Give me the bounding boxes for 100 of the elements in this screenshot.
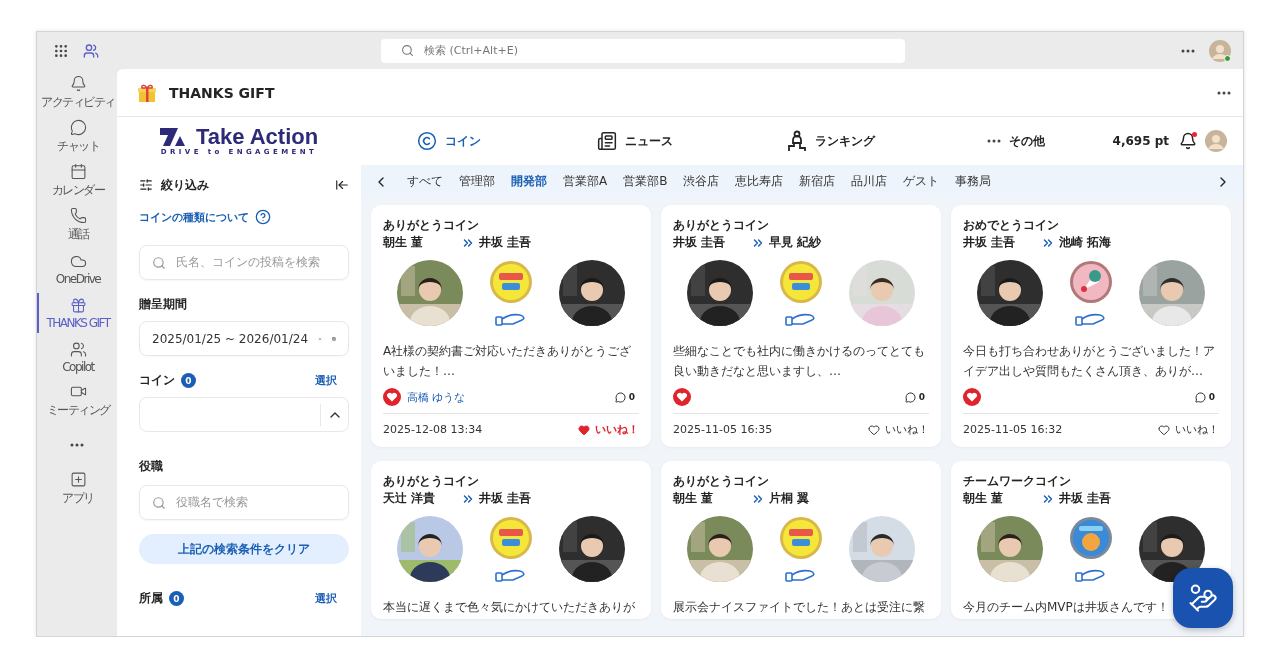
date-range-value: 2025/01/25 ~ 2026/01/24 bbox=[152, 331, 308, 346]
nav-link[interactable]: コイン bbox=[417, 131, 597, 151]
search-field[interactable]: 検索 (Ctrl+Alt+E) bbox=[381, 38, 905, 63]
like-button[interactable]: いいね！ bbox=[578, 422, 639, 437]
coin-icon bbox=[1069, 516, 1113, 560]
coin-type: ありがとうコイン bbox=[673, 473, 770, 490]
heart-reaction-icon bbox=[963, 388, 981, 406]
send-coin-button[interactable] bbox=[1173, 568, 1233, 628]
notification-bell-icon[interactable] bbox=[1179, 132, 1197, 150]
app-grid-icon[interactable] bbox=[53, 42, 69, 59]
sender-name: 井坂 圭吾 bbox=[963, 234, 1017, 251]
tab[interactable]: ゲスト bbox=[903, 173, 940, 190]
more-icon[interactable] bbox=[987, 139, 1001, 143]
rail-item[interactable]: 通話 bbox=[37, 205, 117, 245]
search-placeholder: 検索 (Ctrl+Alt+E) bbox=[424, 43, 518, 58]
coin-card[interactable]: ありがとうコイン 朝生 菫 井坂 圭吾 A社様の契約書ご対応いただきありがとうございました！… 高橋 ゆうな 0 2025-12-08 13:34 いいね！ bbox=[371, 205, 651, 447]
sender-name: 朝生 菫 bbox=[673, 490, 715, 507]
gift-icon bbox=[137, 82, 157, 103]
comment-icon bbox=[1194, 391, 1206, 403]
search-placeholder: 氏名、コインの投稿を検索 bbox=[176, 254, 320, 271]
nav-link[interactable]: ニュース bbox=[597, 131, 787, 151]
tab[interactable]: 新宿店 bbox=[799, 173, 836, 190]
app-title: THANKS GIFT bbox=[169, 84, 275, 101]
avatar-icon[interactable] bbox=[1209, 39, 1231, 62]
comment-count[interactable]: 0 bbox=[610, 389, 639, 405]
newspaper-icon bbox=[597, 131, 617, 151]
coin-type: おめでとうコイン bbox=[963, 217, 1060, 234]
filter-icon bbox=[139, 178, 153, 192]
points-balance: 4,695 pt bbox=[1112, 134, 1169, 148]
coin-card[interactable]: ありがとうコイン 朝生 菫 片桐 翼 展示会ナイスファイトでした！あとは受注に繋 bbox=[661, 461, 941, 619]
receiver-name: 池崎 拓海 bbox=[1059, 234, 1112, 251]
tab[interactable]: すべて bbox=[407, 173, 443, 190]
rail-item[interactable]: チャット bbox=[37, 117, 117, 157]
rail-item[interactable]: ミーティング bbox=[37, 381, 117, 421]
tab[interactable]: 開発部 bbox=[511, 173, 547, 190]
clear-button[interactable]: 上記の検索条件をクリア bbox=[139, 534, 349, 564]
post-date: 2025-12-08 13:34 bbox=[383, 423, 483, 436]
tab[interactable]: 品川店 bbox=[851, 173, 888, 190]
coin-card[interactable]: おめでとうコイン 井坂 圭吾 池崎 拓海 今日も打ち合わせありがとうございました！アイデア出しや質問もたくさん頂き、ありが… 0 2025-11-05 16:32 いいね！ bbox=[951, 205, 1231, 447]
coin-card[interactable]: チームワークコイン 朝生 菫 井坂 圭吾 今月のチーム内MVPは井坂さんです！ bbox=[951, 461, 1231, 619]
field-label: 役職 bbox=[139, 458, 163, 475]
search-placeholder: 役職名で検索 bbox=[176, 494, 248, 511]
comment-count[interactable]: 0 bbox=[900, 389, 929, 405]
card-message: 本当に遅くまで色々気にかけていただきありが bbox=[383, 599, 635, 616]
count-badge: 0 bbox=[169, 591, 184, 606]
help-icon bbox=[255, 209, 271, 225]
coin-type: ありがとうコイン bbox=[383, 473, 480, 490]
coin-type: ありがとうコイン bbox=[383, 217, 480, 234]
heart-icon bbox=[868, 423, 880, 436]
like-button[interactable]: いいね！ bbox=[868, 422, 929, 437]
select-link[interactable]: 選択 bbox=[315, 591, 337, 606]
like-button[interactable]: いいね！ bbox=[1158, 422, 1219, 437]
rail-item[interactable]: アクティビティ bbox=[37, 73, 117, 113]
tab[interactable]: 営業部A bbox=[563, 173, 608, 190]
search-icon bbox=[152, 255, 166, 270]
nav-link[interactable]: ランキング bbox=[787, 130, 987, 152]
card-message: 今日も打ち合わせありがとうございました！アイデア出しや質問もたくさん頂き、ありが… bbox=[963, 343, 1216, 380]
rail-item[interactable]: カレンダー bbox=[37, 161, 117, 201]
sender-name: 井坂 圭吾 bbox=[673, 234, 727, 251]
receiver-name: 片桐 翼 bbox=[769, 490, 810, 507]
select-link[interactable]: 選択 bbox=[315, 373, 337, 388]
tab[interactable]: 営業部B bbox=[623, 173, 668, 190]
coin-icon bbox=[779, 516, 823, 560]
collapse-icon[interactable] bbox=[335, 178, 349, 192]
card-message: 今月のチーム内MVPは井坂さんです！ bbox=[963, 599, 1169, 616]
coin-types-link[interactable]: コインの種類について bbox=[139, 209, 271, 225]
nav-link[interactable]: その他 bbox=[987, 132, 1107, 150]
comment-icon bbox=[904, 391, 916, 403]
sender-name: 朝生 菫 bbox=[963, 490, 1005, 507]
tab[interactable]: 事務局 bbox=[955, 173, 992, 190]
liker-name[interactable]: 高橋 ゆうな bbox=[407, 389, 466, 405]
tab[interactable]: 管理部 bbox=[459, 173, 495, 190]
receiver-name: 井坂 圭吾 bbox=[479, 490, 532, 507]
card-message: 些細なことでも社内に働きかけるのってとても良い動きだなと思いますし、… bbox=[673, 343, 926, 380]
sender-name: 天辻 洋貴 bbox=[383, 490, 437, 507]
field-label: 所属 bbox=[139, 590, 163, 607]
coin-card[interactable]: ありがとうコイン 天辻 洋貴 井坂 圭吾 本当に遅くまで色々気にかけていただきありが bbox=[371, 461, 651, 619]
receiver-name: 井坂 圭吾 bbox=[479, 234, 532, 251]
more-icon[interactable] bbox=[70, 443, 84, 447]
card-message: A社様の契約書ご対応いただきありがとうございました！… bbox=[383, 343, 633, 380]
more-icon[interactable] bbox=[1217, 90, 1231, 95]
rail-item[interactable]: Copilot bbox=[37, 337, 117, 377]
tab[interactable]: 渋谷店 bbox=[683, 173, 720, 190]
hand-coins-icon bbox=[1188, 583, 1218, 613]
coin-type: チームワークコイン bbox=[963, 473, 1072, 490]
rail-item[interactable]: OneDrive bbox=[37, 249, 117, 289]
phone-icon bbox=[69, 207, 87, 224]
sender-name: 朝生 菫 bbox=[383, 234, 425, 251]
rail-item[interactable]: アプリ bbox=[37, 469, 117, 509]
coin-card[interactable]: ありがとうコイン 井坂 圭吾 早見 紀紗 些細なことでも社内に働きかけるのってとても良い動きだなと思いますし、… 0 2025-11-05 16:35 いいね！ bbox=[661, 205, 941, 447]
date-range-field[interactable]: 2025/01/25 ~ 2026/01/24 bbox=[139, 321, 349, 356]
post-date: 2025-11-05 16:35 bbox=[673, 423, 773, 436]
comment-icon bbox=[614, 391, 626, 403]
coin-icon bbox=[417, 131, 437, 151]
coin-icon bbox=[489, 260, 533, 304]
more-icon[interactable] bbox=[1181, 48, 1195, 53]
comment-count[interactable]: 0 bbox=[1190, 389, 1219, 405]
tab[interactable]: 恵比寿店 bbox=[735, 173, 784, 190]
gift-icon bbox=[69, 296, 87, 314]
heart-icon bbox=[1158, 423, 1170, 436]
